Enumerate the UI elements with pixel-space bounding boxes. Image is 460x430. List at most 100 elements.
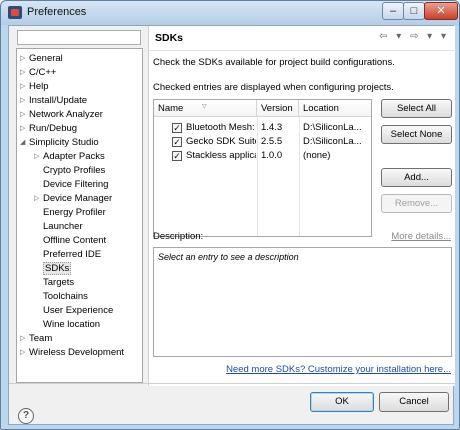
page-description: Check the SDKs available for project bui… [153, 57, 395, 68]
column-header-name[interactable]: Name ▽ [154, 100, 257, 117]
expand-arrow-icon[interactable]: ▷ [20, 80, 29, 94]
tree-item-label: Team [29, 333, 53, 344]
expand-arrow-icon[interactable]: ▷ [20, 346, 29, 360]
tree-item-label: Preferred IDE [43, 249, 102, 260]
title-bar[interactable]: Preferences – □ ✕ [1, 1, 459, 25]
row-name: Bluetooth Mesh: I [186, 122, 256, 133]
tree-item-label: Launcher [43, 221, 83, 232]
preferences-tree: ▷ General ▷ C/C++ ▷ Help ▷ Install/Update ▷ N… [16, 48, 143, 383]
maximize-button[interactable]: □ [403, 2, 425, 20]
expand-arrow-icon[interactable]: ▷ [20, 94, 29, 108]
tree-item-device-filtering[interactable]: Device Filtering [43, 178, 108, 192]
tree-item-label: User Experience [43, 305, 114, 316]
row-location: (none) [303, 150, 331, 161]
tree-item-device-manager[interactable]: ▷ Device Manager [34, 192, 112, 206]
table-row[interactable]: ✓ Gecko SDK Suite: 2.5.5 D:\SiliconLa... [154, 135, 371, 149]
more-details-link[interactable]: More details... [391, 231, 451, 242]
title-divider [149, 50, 456, 51]
column-header-location[interactable]: Location [299, 100, 371, 117]
tree-item-wine-location[interactable]: Wine location [43, 318, 100, 332]
description-placeholder: Select an entry to see a description [158, 252, 299, 262]
sort-indicator-icon: ▽ [202, 104, 207, 110]
filter-input[interactable] [17, 30, 141, 45]
row-version: 2.5.5 [261, 136, 283, 147]
tree-item-label: Toolchains [43, 291, 88, 302]
customize-installation-link[interactable]: Need more SDKs? Customize your installat… [226, 364, 451, 375]
row-checkbox[interactable]: ✓ [172, 151, 182, 161]
tree-item-label: General [29, 53, 63, 64]
page-nav-icons[interactable]: ⇦ ▾ ⇨ ▾ ▾ [379, 31, 449, 42]
tree-item-launcher[interactable]: Launcher [43, 220, 83, 234]
tree-item-help[interactable]: ▷ Help [20, 80, 49, 94]
expand-arrow-icon[interactable]: ▷ [20, 66, 29, 80]
sdk-table: Name ▽ Version Location ✓ Bluetooth Mesh:… [153, 99, 372, 237]
expand-arrow-icon[interactable]: ▷ [34, 150, 43, 164]
tree-item-run-debug[interactable]: ▷ Run/Debug [20, 122, 77, 136]
row-version: 1.4.3 [261, 122, 283, 133]
tree-item-label: Wine location [43, 319, 101, 330]
tree-item-label: Offline Content [43, 235, 107, 246]
column-header-label: Name [158, 103, 184, 114]
page-title: SDKs [155, 32, 184, 44]
page-description-secondary: Checked entries are displayed when confi… [153, 82, 394, 93]
expand-arrow-icon[interactable]: ▷ [20, 332, 29, 346]
row-checkbox[interactable]: ✓ [172, 123, 182, 133]
tree-item-label: C/C++ [29, 67, 57, 78]
tree-item-general[interactable]: ▷ General [20, 52, 63, 66]
tree-item-preferred-ide[interactable]: Preferred IDE [43, 248, 101, 262]
tree-item-label: Run/Debug [29, 123, 78, 134]
tree-item-label: Help [29, 81, 49, 92]
add-button[interactable]: Add... [381, 168, 452, 187]
tree-item-install-update[interactable]: ▷ Install/Update [20, 94, 87, 108]
table-header: Name ▽ Version Location [154, 100, 371, 117]
tree-item-label: Energy Profiler [43, 207, 106, 218]
select-none-button[interactable]: Select None [381, 125, 452, 144]
tree-item-label: Device Filtering [43, 179, 109, 190]
minimize-button[interactable]: – [382, 2, 404, 20]
tree-item-label: Network Analyzer [29, 109, 103, 120]
tree-item-label: Simplicity Studio [29, 137, 99, 148]
table-row[interactable]: ✓ Bluetooth Mesh: I 1.4.3 D:\SiliconLa..… [154, 121, 371, 135]
row-checkbox[interactable]: ✓ [172, 137, 182, 147]
tree-item-simplicity-studio[interactable]: ◢ Simplicity Studio [20, 136, 99, 150]
tree-item-cpp[interactable]: ▷ C/C++ [20, 66, 56, 80]
tree-item-label: Targets [43, 277, 75, 288]
tree-item-targets[interactable]: Targets [43, 276, 74, 290]
tree-item-wireless-development[interactable]: ▷ Wireless Development [20, 346, 124, 360]
cancel-button[interactable]: Cancel [379, 392, 449, 412]
tree-item-label: SDKs [43, 262, 72, 275]
remove-button[interactable]: Remove... [381, 194, 452, 213]
preferences-window: Preferences – □ ✕ ▷ General ▷ C/C++ ▷ Help … [0, 0, 460, 430]
tree-item-toolchains[interactable]: Toolchains [43, 290, 88, 304]
tree-item-energy-profiler[interactable]: Energy Profiler [43, 206, 106, 220]
expand-arrow-icon[interactable]: ▷ [20, 122, 29, 136]
tree-item-sdks[interactable]: SDKs [43, 262, 72, 276]
column-header-version[interactable]: Version [257, 100, 299, 117]
row-location: D:\SiliconLa... [303, 136, 362, 147]
row-version: 1.0.0 [261, 150, 283, 161]
description-box: Select an entry to see a description [153, 247, 452, 357]
expand-arrow-icon[interactable]: ▷ [34, 192, 43, 206]
row-location: D:\SiliconLa... [303, 122, 362, 133]
close-button[interactable]: ✕ [424, 2, 458, 20]
row-name: Gecko SDK Suite: [186, 136, 256, 147]
tree-item-adapter-packs[interactable]: ▷ Adapter Packs [34, 150, 105, 164]
collapse-arrow-icon[interactable]: ◢ [20, 136, 29, 150]
tree-item-team[interactable]: ▷ Team [20, 332, 52, 346]
select-all-button[interactable]: Select All [381, 99, 452, 118]
app-icon [8, 6, 22, 19]
expand-arrow-icon[interactable]: ▷ [20, 52, 29, 66]
description-label: Description: [153, 231, 204, 242]
tree-item-network-analyzer[interactable]: ▷ Network Analyzer [20, 108, 103, 122]
tree-item-offline-content[interactable]: Offline Content [43, 234, 106, 248]
row-name: Stackless applicat [186, 150, 256, 161]
tree-item-label: Crypto Profiles [43, 165, 106, 176]
footer-divider [9, 383, 455, 384]
expand-arrow-icon[interactable]: ▷ [20, 108, 29, 122]
tree-item-user-experience[interactable]: User Experience [43, 304, 113, 318]
tree-item-crypto-profiles[interactable]: Crypto Profiles [43, 164, 105, 178]
tree-item-label: Wireless Development [29, 347, 125, 358]
help-icon[interactable]: ? [18, 408, 34, 424]
ok-button[interactable]: OK [310, 392, 374, 412]
table-row[interactable]: ✓ Stackless applicat 1.0.0 (none) [154, 149, 371, 163]
